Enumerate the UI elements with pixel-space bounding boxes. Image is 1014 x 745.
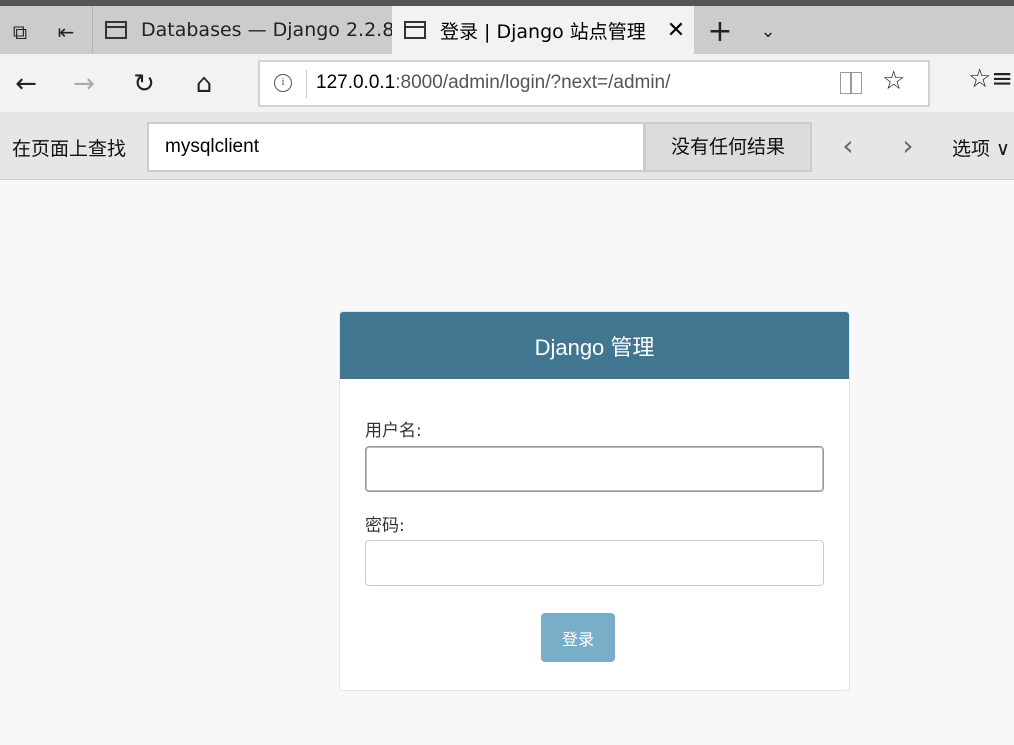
find-label: 在页面上查找 [12,138,127,160]
forward-button[interactable]: → [62,64,106,104]
tab-title: 登录 | Django 站点管理 [440,20,646,43]
password-label: 密码: [365,516,405,536]
url-text[interactable]: 127.0.0.1:8000/admin/login/?next=/admin/ [316,72,670,94]
divider [306,70,307,98]
tab-login[interactable]: 登录 | Django 站点管理 ✕ [392,6,694,54]
url-path: :8000/admin/login/?next=/admin/ [395,72,671,93]
username-label: 用户名: [365,421,422,441]
close-tab-icon[interactable]: ✕ [658,18,694,43]
find-bar: 在页面上查找 没有任何结果 ‹ › 选项 ∨ [0,112,1014,180]
home-button[interactable]: ⌂ [182,64,226,104]
refresh-button[interactable]: ↻ [122,64,166,104]
tab-databases[interactable]: Databases — Django 2.2.8.c [92,6,392,54]
favorite-star-icon[interactable]: ☆ [882,66,905,96]
find-next-icon[interactable]: › [890,132,926,162]
back-button[interactable]: ← [4,64,48,104]
address-bar[interactable]: i 127.0.0.1:8000/admin/login/?next=/admi… [258,60,930,107]
find-previous-icon[interactable]: ‹ [830,132,866,162]
url-host: 127.0.0.1 [316,72,396,93]
set-tabs-aside-icon[interactable]: ⇤ [48,14,84,50]
login-card: Django 管理 用户名: 密码: 登录 [339,311,850,691]
chevron-down-icon[interactable]: ⌄ [750,14,786,50]
new-tab-icon[interactable]: + [700,14,740,50]
reading-view-icon[interactable] [840,72,862,94]
tab-manager-icon[interactable]: ⧉ [2,14,38,50]
login-header: Django 管理 [340,312,849,379]
tab-bar: ⧉ ⇤ Databases — Django 2.2.8.c 登录 | Djan… [0,0,1014,54]
find-options-button[interactable]: 选项 ∨ [952,134,1010,161]
tab-title: Databases — Django 2.2.8.c [141,19,392,41]
find-input[interactable] [147,122,645,172]
password-field[interactable] [365,540,824,586]
find-result: 没有任何结果 [644,122,812,172]
site-title: Django 管理 [534,334,655,360]
navigation-bar: ← → ↻ ⌂ i 127.0.0.1:8000/admin/login/?ne… [0,54,1014,112]
favorites-hub-icon[interactable]: ☆≡ [968,64,1013,104]
info-icon[interactable]: i [274,74,292,92]
username-field[interactable] [365,446,824,492]
page-icon [404,21,426,39]
login-button[interactable]: 登录 [541,613,615,662]
page-icon [105,21,127,39]
